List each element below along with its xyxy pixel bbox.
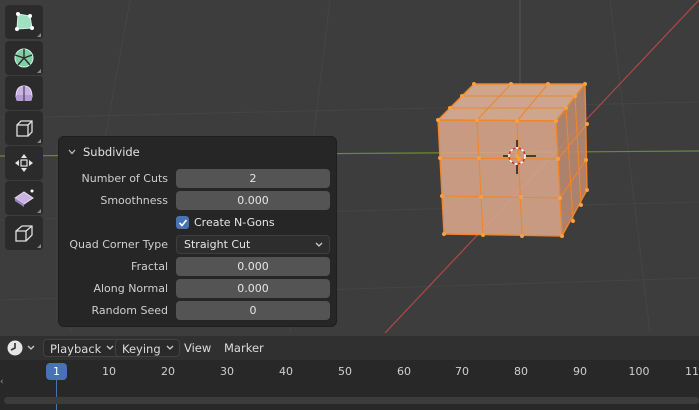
tool-smooth[interactable] [5, 76, 43, 110]
along-normal-field[interactable]: 0.000 [176, 279, 330, 298]
tool-extrude[interactable] [5, 111, 43, 145]
chevron-down-icon [27, 345, 35, 350]
marker-menu-label: Marker [224, 341, 264, 355]
keying-menu-label: Keying [122, 342, 161, 356]
extrude-icon [16, 120, 33, 137]
number-of-cuts-label: Number of Cuts [81, 172, 168, 185]
view-menu-label: View [184, 341, 212, 355]
smoothness-row: Smoothness 0.000 [59, 191, 338, 210]
select-box-icon [15, 12, 34, 31]
editor-type-selector[interactable] [6, 339, 38, 357]
random-seed-row: Random Seed 0 [59, 301, 338, 320]
frame-label: 80 [514, 365, 528, 378]
3d-viewport[interactable]: Subdivide Number of Cuts 2 Smoothness 0.… [0, 0, 699, 333]
current-frame-indicator[interactable]: 1 [46, 363, 67, 380]
playhead-line [55, 380, 57, 410]
frame-label: 10 [102, 365, 116, 378]
bevel-icon [15, 225, 33, 242]
tool-transform[interactable] [5, 146, 43, 180]
frame-label: 90 [573, 365, 587, 378]
chevron-down-icon [166, 345, 174, 350]
chevron-down-icon [315, 242, 323, 247]
tool-shear[interactable] [5, 181, 43, 215]
subdivide-operator-panel: Subdivide Number of Cuts 2 Smoothness 0.… [58, 136, 337, 327]
frame-label: 20 [161, 365, 175, 378]
tool-spin[interactable] [5, 41, 43, 75]
scroll-left-arrow-icon[interactable]: ‹ [0, 377, 4, 387]
clock-icon [7, 340, 23, 356]
create-ngons-label: Create N-Gons [194, 216, 275, 229]
marker-menu[interactable]: Marker [224, 339, 264, 357]
transform-icon [15, 154, 33, 172]
panel-header[interactable]: Subdivide [67, 142, 140, 162]
chevron-down-icon [68, 149, 76, 155]
timeline-scrollbar[interactable] [4, 397, 699, 404]
create-ngons-checkbox[interactable]: Create N-Gons [176, 213, 275, 232]
chevron-down-icon [106, 345, 114, 350]
smoothness-label: Smoothness [100, 194, 168, 207]
smooth-icon [15, 85, 33, 101]
quad-corner-type-value: Straight Cut [184, 238, 251, 251]
along-normal-row: Along Normal 0.000 [59, 279, 338, 298]
view-menu[interactable]: View [184, 339, 211, 357]
random-seed-label: Random Seed [91, 304, 168, 317]
tool-bevel[interactable] [5, 216, 43, 250]
along-normal-label: Along Normal [93, 282, 168, 295]
number-of-cuts-row: Number of Cuts 2 [59, 169, 338, 188]
fractal-field[interactable]: 0.000 [176, 257, 330, 276]
smoothness-field[interactable]: 0.000 [176, 191, 330, 210]
frame-label: 11 [685, 365, 699, 378]
create-ngons-row: Create N-Gons [59, 213, 338, 232]
cube-mesh[interactable] [436, 82, 589, 239]
playback-menu-label: Playback [50, 342, 102, 356]
spin-icon [14, 48, 34, 68]
fractal-row: Fractal 0.000 [59, 257, 338, 276]
frame-label: 60 [397, 365, 411, 378]
frame-label: 70 [455, 365, 469, 378]
frame-label: 50 [338, 365, 352, 378]
quad-corner-type-label: Quad Corner Type [69, 238, 168, 251]
keying-menu[interactable]: Keying [115, 339, 180, 357]
tool-select-box[interactable] [5, 5, 43, 39]
quad-corner-type-row: Quad Corner Type Straight Cut [59, 235, 338, 254]
random-seed-field[interactable]: 0 [176, 301, 330, 320]
shear-icon [14, 189, 34, 207]
checkbox-checked-icon [176, 216, 189, 229]
panel-title: Subdivide [83, 145, 140, 159]
fractal-label: Fractal [131, 260, 168, 273]
number-of-cuts-field[interactable]: 2 [176, 169, 330, 188]
frame-label: 30 [220, 365, 234, 378]
frame-label: 40 [279, 365, 293, 378]
timeline-area[interactable]: 10 20 30 40 50 60 70 80 90 100 11 1 ‹ [0, 360, 699, 410]
timeline-header: Playback Keying View Marker [0, 336, 699, 360]
quad-corner-type-select[interactable]: Straight Cut [176, 235, 330, 254]
playback-menu[interactable]: Playback [43, 339, 121, 357]
frame-label: 100 [628, 365, 650, 378]
